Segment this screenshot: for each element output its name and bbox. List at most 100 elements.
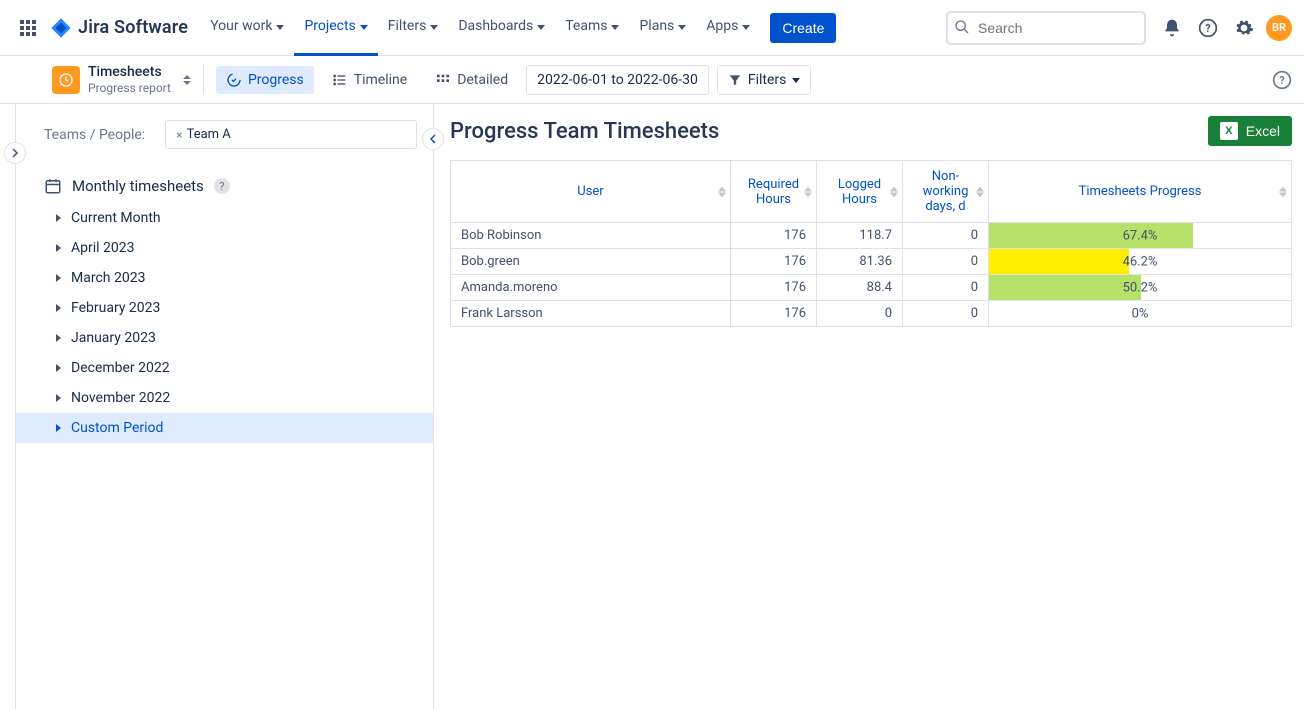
col-logged[interactable]: Logged Hours: [817, 161, 903, 223]
caret-icon: [56, 364, 61, 372]
cell-logged: 81.36: [817, 249, 903, 275]
tree-item-label: Custom Period: [71, 420, 163, 436]
create-button[interactable]: Create: [770, 13, 836, 43]
clock-icon: [58, 72, 74, 88]
tree-item[interactable]: Custom Period: [16, 413, 433, 443]
app-switcher[interactable]: [12, 12, 44, 44]
nav-item-label: Teams: [565, 18, 607, 34]
tree-item-label: December 2022: [71, 360, 170, 376]
table-row[interactable]: Bob Robinson176118.7067.4%: [451, 223, 1292, 249]
progress-bar: [989, 275, 1141, 300]
table-row[interactable]: Bob.green17681.36046.2%: [451, 249, 1292, 275]
col-progress[interactable]: Timesheets Progress: [989, 161, 1292, 223]
view-progress[interactable]: Progress: [216, 66, 314, 94]
caret-icon: [56, 394, 61, 402]
filters-button[interactable]: Filters: [717, 65, 812, 95]
tree-item[interactable]: November 2022: [16, 383, 433, 413]
chevron-down-icon: [537, 25, 545, 30]
settings-button[interactable]: [1228, 12, 1260, 44]
progress-label: 0%: [1132, 306, 1149, 321]
date-range-picker[interactable]: 2022-06-01 to 2022-06-30: [526, 65, 709, 95]
caret-icon: [56, 274, 61, 282]
list-icon: [332, 72, 348, 88]
product-logo[interactable]: Jira Software: [50, 17, 188, 39]
search-input[interactable]: [946, 11, 1146, 45]
view-detailed[interactable]: Detailed: [425, 66, 518, 94]
search-wrap: [946, 11, 1146, 45]
teams-input[interactable]: × Team A: [165, 120, 417, 149]
tree-item-label: November 2022: [71, 390, 170, 406]
tree-item[interactable]: Current Month: [16, 203, 433, 233]
cell-required: 176: [731, 275, 817, 301]
cell-logged: 0: [817, 301, 903, 327]
cell-logged: 88.4: [817, 275, 903, 301]
svg-text:?: ?: [1205, 22, 1210, 35]
team-chip-label: Team A: [187, 127, 231, 142]
table-body: Bob Robinson176118.7067.4%Bob.green17681…: [451, 223, 1292, 327]
user-avatar[interactable]: BR: [1266, 15, 1292, 41]
caret-icon: [56, 244, 61, 252]
project-switcher[interactable]: Timesheets Progress report: [52, 64, 204, 95]
monthly-title: Monthly timesheets: [72, 177, 204, 195]
nav-item-apps[interactable]: Apps: [696, 0, 760, 56]
tree-item-label: Current Month: [71, 210, 161, 226]
col-nonworking[interactable]: Non-working days, d: [903, 161, 989, 223]
rail-expand-button[interactable]: [4, 142, 26, 164]
tree-item[interactable]: January 2023: [16, 323, 433, 353]
svg-text:?: ?: [1279, 74, 1284, 87]
excel-label: Excel: [1246, 123, 1280, 139]
tree-item[interactable]: April 2023: [16, 233, 433, 263]
timesheets-table: User Required Hours Logged Hours Non-wor…: [450, 160, 1292, 327]
nav-item-label: Apps: [706, 18, 738, 34]
nav-item-teams[interactable]: Teams: [555, 0, 629, 56]
nav-item-plans[interactable]: Plans: [629, 0, 696, 56]
nav-item-dashboards[interactable]: Dashboards: [448, 0, 555, 56]
secondary-bar: Timesheets Progress report Progress Time…: [0, 56, 1304, 104]
sidebar-collapse-button[interactable]: [422, 128, 444, 150]
col-required[interactable]: Required Hours: [731, 161, 817, 223]
info-icon[interactable]: ?: [214, 178, 230, 194]
nav-item-label: Plans: [639, 18, 674, 34]
chevron-down-icon: [678, 25, 686, 30]
nav-item-label: Your work: [210, 18, 272, 34]
context-help-button[interactable]: ?: [1272, 70, 1292, 90]
table-row[interactable]: Frank Larsson176000%: [451, 301, 1292, 327]
cell-user: Bob.green: [451, 249, 731, 275]
tree-item-label: April 2023: [71, 240, 135, 256]
content-header: Progress Team Timesheets X Excel: [450, 116, 1292, 146]
progress-label: 67.4%: [1123, 228, 1158, 243]
cell-progress: 50.2%: [989, 275, 1292, 301]
progress-bar: [989, 249, 1129, 274]
gear-icon: [1234, 18, 1254, 38]
tree-item[interactable]: February 2023: [16, 293, 433, 323]
nav-item-filters[interactable]: Filters: [378, 0, 449, 56]
notifications-button[interactable]: [1156, 12, 1188, 44]
tree-item[interactable]: December 2022: [16, 353, 433, 383]
monthly-timesheets-header: Monthly timesheets ?: [16, 165, 433, 203]
progress-icon: [226, 72, 242, 88]
chevron-down-icon: [276, 25, 284, 30]
export-excel-button[interactable]: X Excel: [1208, 116, 1292, 146]
product-name: Jira Software: [78, 17, 188, 38]
cell-nonworking: 0: [903, 249, 989, 275]
project-title: Timesheets: [88, 64, 171, 81]
view-timeline[interactable]: Timeline: [322, 66, 417, 94]
calendar-icon: [44, 177, 62, 195]
cell-required: 176: [731, 249, 817, 275]
nav-item-label: Projects: [304, 18, 355, 34]
help-button[interactable]: ?: [1192, 12, 1224, 44]
cell-nonworking: 0: [903, 301, 989, 327]
remove-chip-icon[interactable]: ×: [176, 128, 182, 142]
nav-item-your-work[interactable]: Your work: [200, 0, 294, 56]
tree-item[interactable]: March 2023: [16, 263, 433, 293]
cell-user: Frank Larsson: [451, 301, 731, 327]
caret-icon: [56, 214, 61, 222]
project-icon: [52, 66, 80, 94]
main-layout: Teams / People: × Team A Monthly timeshe…: [0, 104, 1304, 709]
nav-item-projects[interactable]: Projects: [294, 0, 377, 56]
sidebar: Teams / People: × Team A Monthly timeshe…: [16, 104, 434, 709]
col-user[interactable]: User: [451, 161, 731, 223]
filters-label: Filters: [748, 72, 787, 88]
table-row[interactable]: Amanda.moreno17688.4050.2%: [451, 275, 1292, 301]
search-icon: [954, 19, 970, 35]
